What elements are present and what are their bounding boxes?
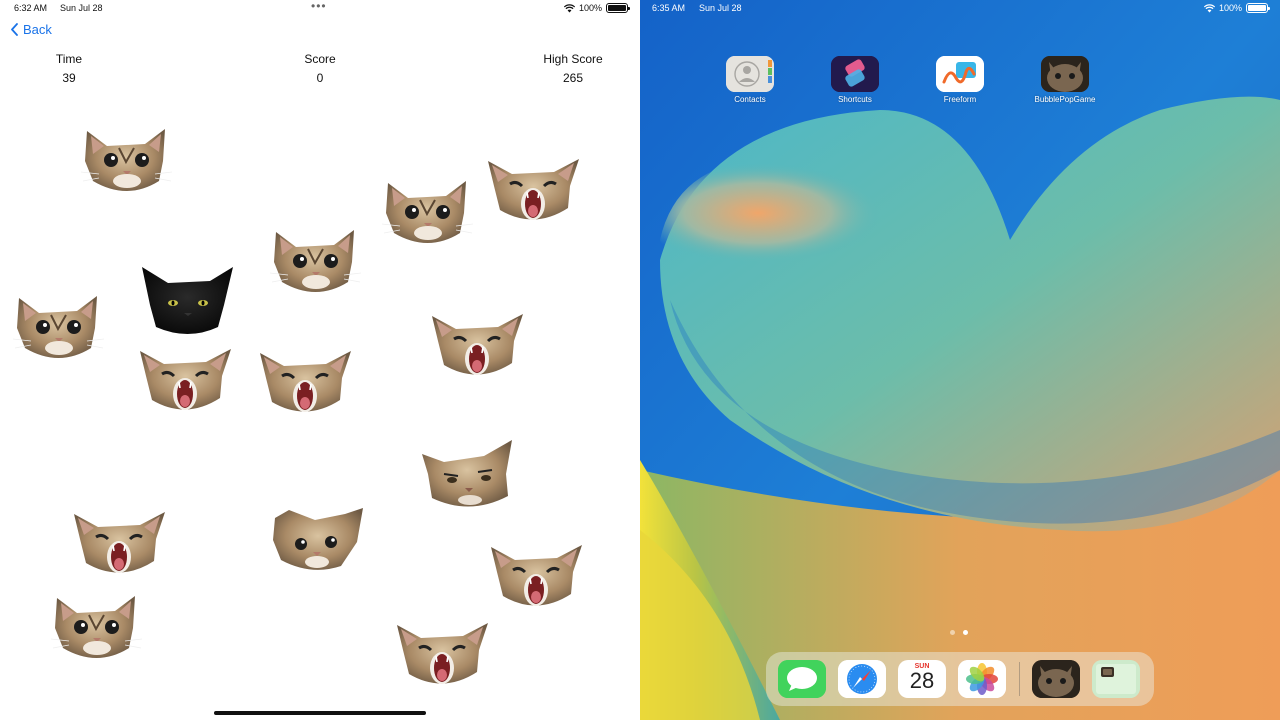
app-shortcuts[interactable]: Shortcuts: [810, 56, 900, 104]
score-stat: Score 0: [260, 52, 380, 85]
contacts-icon: [726, 56, 774, 92]
freeform-icon: [936, 56, 984, 92]
page-dot: [950, 630, 955, 635]
app-label: BubblePopGame: [1034, 95, 1096, 104]
page-indicator[interactable]: [950, 630, 968, 635]
calendar-icon[interactable]: SUN 28: [898, 660, 946, 698]
high-score-label: High Score: [543, 52, 603, 66]
app-label: Freeform: [943, 95, 977, 104]
dock-separator: [1019, 662, 1020, 696]
photos-icon[interactable]: [958, 660, 1006, 698]
cat-bubble[interactable]: [395, 620, 490, 690]
cat-face-icon: [420, 440, 515, 510]
score-label: Score: [304, 52, 336, 66]
safari-icon[interactable]: [838, 660, 886, 698]
battery-percent: 100%: [1218, 3, 1242, 13]
status-date: Sun Jul 28: [699, 3, 742, 13]
cat-bubble[interactable]: [11, 293, 106, 363]
status-right: 100%: [563, 3, 630, 13]
recent-app-icon[interactable]: [1092, 660, 1140, 698]
wifi-icon: [563, 3, 575, 12]
cat-bubble[interactable]: [489, 542, 584, 612]
calendar-date: 28: [909, 668, 935, 693]
high-score-value: 265: [562, 71, 584, 85]
cat-app-icon: [1041, 56, 1089, 92]
cat-bubble[interactable]: [49, 593, 144, 663]
page-dot-active: [963, 630, 968, 635]
cat-face-icon: [430, 311, 525, 381]
cat-app-icon[interactable]: [1032, 660, 1080, 698]
cat-face-icon: [380, 178, 475, 248]
time-label: Time: [55, 52, 83, 66]
cat-bubble[interactable]: [72, 509, 167, 579]
cat-face-icon: [489, 542, 584, 612]
chevron-left-icon: [11, 23, 18, 36]
cat-bubble[interactable]: [430, 311, 525, 381]
cat-bubble[interactable]: [258, 348, 353, 418]
status-time: 6:32 AM: [14, 3, 48, 13]
cat-face-icon: [140, 265, 235, 335]
shortcuts-icon: [831, 56, 879, 92]
cat-bubble[interactable]: [486, 156, 581, 226]
time-value: 39: [62, 71, 76, 85]
cat-bubble[interactable]: [420, 440, 515, 510]
battery-percent: 100%: [578, 3, 602, 13]
status-time: 6:35 AM: [652, 3, 686, 13]
app-contacts[interactable]: Contacts: [705, 56, 795, 104]
app-freeform[interactable]: Freeform: [915, 56, 1005, 104]
multitasking-dots[interactable]: •••: [311, 0, 327, 13]
cat-face-icon: [258, 348, 353, 418]
cat-bubble[interactable]: [79, 126, 174, 196]
cat-face-icon: [138, 346, 233, 416]
battery-icon: [606, 3, 630, 13]
battery-icon: [1246, 3, 1270, 13]
cat-bubble[interactable]: [380, 178, 475, 248]
cat-face-icon: [271, 506, 366, 576]
back-button[interactable]: Back: [10, 22, 52, 37]
cat-bubble[interactable]: [140, 265, 235, 335]
cat-face-icon: [72, 509, 167, 579]
status-right: 100%: [1203, 3, 1270, 13]
messages-icon[interactable]: [778, 660, 826, 698]
app-bubblepopgame[interactable]: BubblePopGame: [1020, 56, 1110, 104]
score-value: 0: [316, 71, 324, 85]
game-screen: 6:32 AM Sun Jul 28 ••• 100% Back Time 39…: [0, 0, 640, 720]
high-score-stat: High Score 265: [513, 52, 633, 85]
wallpaper: [640, 0, 1280, 720]
cat-face-icon: [268, 227, 363, 297]
cat-face-icon: [49, 593, 144, 663]
app-label: Contacts: [734, 95, 766, 104]
cat-face-icon: [395, 620, 490, 690]
wifi-icon: [1203, 3, 1215, 12]
status-date: Sun Jul 28: [60, 3, 103, 13]
cat-bubble[interactable]: [271, 506, 366, 576]
dock: SUN 28: [766, 652, 1154, 706]
cat-face-icon: [79, 126, 174, 196]
app-label: Shortcuts: [838, 95, 872, 104]
time-stat: Time 39: [9, 52, 129, 85]
cat-bubble[interactable]: [138, 346, 233, 416]
cat-face-icon: [11, 293, 106, 363]
cat-face-icon: [486, 156, 581, 226]
home-indicator[interactable]: [214, 711, 426, 715]
cat-bubble[interactable]: [268, 227, 363, 297]
back-label: Back: [23, 22, 52, 37]
home-screen: 6:35 AM Sun Jul 28 100% Contacts Shortcu…: [640, 0, 1280, 720]
